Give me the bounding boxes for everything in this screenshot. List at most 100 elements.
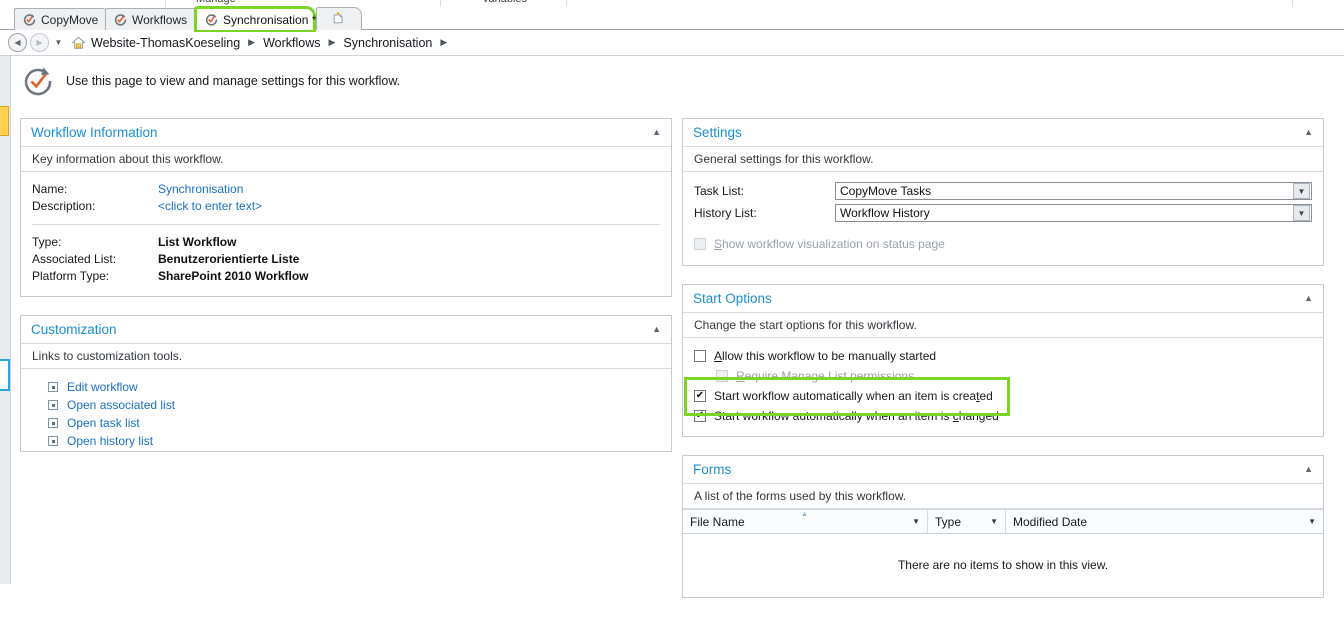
column-header-type[interactable]: Type ▼ xyxy=(928,510,1006,533)
ribbon-separator xyxy=(566,0,567,7)
document-tab-strip: CopyMove Workflows Synchronisation * xyxy=(0,7,1344,30)
column-header-label: File Name xyxy=(690,514,745,529)
field-label: Name: xyxy=(32,182,68,196)
forms-table-header-row: ▲ File Name ▼ Type ▼ Modified Date ▼ xyxy=(683,510,1323,534)
bullet-square-icon xyxy=(48,400,58,410)
link-open-associated-list[interactable]: Open associated list xyxy=(32,396,660,414)
field-associated-list: Associated List: Benutzerorientierte Lis… xyxy=(32,251,660,268)
page-message-text: Use this page to view and manage setting… xyxy=(66,73,401,88)
field-label: Type: xyxy=(32,235,62,249)
new-document-icon xyxy=(331,11,347,28)
left-column: Workflow Information ▲ Key information a… xyxy=(20,118,672,470)
breadcrumb-item-synchronisation[interactable]: Synchronisation xyxy=(343,36,432,50)
field-value[interactable]: Synchronisation xyxy=(158,181,243,198)
tab-copymove[interactable]: CopyMove xyxy=(14,8,110,30)
tab-label: Synchronisation * xyxy=(223,12,317,27)
column-header-modified-date[interactable]: Modified Date ▼ xyxy=(1006,510,1323,533)
field-value[interactable]: <click to enter text> xyxy=(158,198,262,215)
checkbox-allow-manual-start[interactable]: Allow this workflow to be manually start… xyxy=(694,346,1312,366)
forms-empty-message: There are no items to show in this view. xyxy=(897,558,1109,572)
panel-header[interactable]: Customization ▲ xyxy=(21,316,671,344)
checkbox-box xyxy=(716,370,728,382)
panel-subtitle: Change the start options for this workfl… xyxy=(683,313,1323,338)
chevron-down-icon[interactable]: ▼ xyxy=(1293,205,1310,221)
new-tab-button[interactable] xyxy=(316,7,362,30)
nav-chip-gold[interactable] xyxy=(0,106,9,136)
field-name: Name: Synchronisation xyxy=(32,181,660,198)
chevron-up-icon[interactable]: ▲ xyxy=(1304,294,1313,303)
ribbon-bottom-sliver: Manage Variables xyxy=(0,0,1344,7)
workflow-icon xyxy=(205,13,218,26)
panel-header[interactable]: Start Options ▲ xyxy=(683,285,1323,313)
ribbon-group-variables: Variables xyxy=(482,0,527,5)
checkbox-start-on-item-changed[interactable]: ✔ Start workflow automatically when an i… xyxy=(694,406,1312,426)
link-label: Open task list xyxy=(67,416,140,430)
checkbox-start-on-item-created[interactable]: ✔ Start workflow automatically when an i… xyxy=(694,386,1312,406)
panel-settings: Settings ▲ General settings for this wor… xyxy=(682,118,1324,266)
panel-body: Edit workflow Open associated list Open … xyxy=(21,369,671,461)
chevron-down-icon[interactable]: ▼ xyxy=(52,34,65,51)
chevron-up-icon[interactable]: ▲ xyxy=(1304,128,1313,137)
filter-caret-icon[interactable]: ▼ xyxy=(1301,517,1323,526)
chevron-up-icon[interactable]: ▲ xyxy=(652,128,661,137)
panel-body: Name: Synchronisation Description: <clic… xyxy=(21,172,671,296)
field-value: Benutzerorientierte Liste xyxy=(158,252,300,266)
back-arrow-icon[interactable]: ◀ xyxy=(8,33,27,52)
history-list-dropdown[interactable]: Workflow History ▼ xyxy=(835,204,1312,222)
panel-customization: Customization ▲ Links to customization t… xyxy=(20,315,672,452)
tab-workflows[interactable]: Workflows xyxy=(105,8,201,30)
nav-chip-blue[interactable] xyxy=(0,359,10,391)
task-list-dropdown[interactable]: CopyMove Tasks ▼ xyxy=(835,182,1312,200)
panel-title: Customization xyxy=(31,322,117,337)
workflow-icon xyxy=(114,13,127,26)
breadcrumb-item-site[interactable]: Website-ThomasKoeseling xyxy=(91,36,240,50)
panel-title: Forms xyxy=(693,462,732,477)
column-header-file-name[interactable]: ▲ File Name ▼ xyxy=(683,510,928,533)
ribbon-separator xyxy=(440,0,441,7)
panel-body: Task List: CopyMove Tasks ▼ History List… xyxy=(683,172,1323,265)
filter-caret-icon[interactable]: ▼ xyxy=(983,517,1005,526)
home-icon[interactable] xyxy=(71,36,86,50)
page-message-bar: Use this page to view and manage setting… xyxy=(0,56,1344,105)
divider xyxy=(32,224,660,225)
checkbox-box[interactable] xyxy=(694,350,706,362)
checkbox-label: Start workflow automatically when an ite… xyxy=(714,389,993,403)
link-open-history-list[interactable]: Open history list xyxy=(32,432,660,450)
panel-subtitle: Key information about this workflow. xyxy=(21,147,671,172)
checkbox-label: Require Manage List permissions xyxy=(736,369,915,383)
tab-synchronisation[interactable]: Synchronisation * xyxy=(196,8,317,30)
forward-arrow-icon: ▶ xyxy=(30,33,49,52)
panel-title: Workflow Information xyxy=(31,125,158,140)
chevron-up-icon[interactable]: ▲ xyxy=(652,325,661,334)
link-open-task-list[interactable]: Open task list xyxy=(32,414,660,432)
bullet-square-icon xyxy=(48,436,58,446)
field-value: SharePoint 2010 Workflow xyxy=(158,269,309,283)
filter-caret-icon[interactable]: ▼ xyxy=(905,517,927,526)
chevron-up-icon[interactable]: ▲ xyxy=(1304,465,1313,474)
breadcrumb-separator-icon[interactable]: ▶ xyxy=(435,37,452,48)
right-column: Settings ▲ General settings for this wor… xyxy=(682,118,1324,616)
bullet-square-icon xyxy=(48,382,58,392)
panel-title: Settings xyxy=(693,125,742,140)
checkbox-box[interactable]: ✔ xyxy=(694,410,706,422)
checkbox-box[interactable]: ✔ xyxy=(694,390,706,402)
checkbox-label-rest: how workflow visualization on status pag… xyxy=(722,237,945,251)
panel-header[interactable]: Forms ▲ xyxy=(683,456,1323,484)
link-label: Open history list xyxy=(67,434,154,448)
breadcrumb-item-workflows[interactable]: Workflows xyxy=(263,36,320,50)
checkbox-label: Show workflow visualization on status pa… xyxy=(714,237,945,251)
workflow-check-icon xyxy=(22,65,54,97)
panel-header[interactable]: Workflow Information ▲ xyxy=(21,119,671,147)
link-edit-workflow[interactable]: Edit workflow xyxy=(32,378,660,396)
workflow-icon xyxy=(23,13,36,26)
panel-workflow-information: Workflow Information ▲ Key information a… xyxy=(20,118,672,297)
panel-header[interactable]: Settings ▲ xyxy=(683,119,1323,147)
chevron-down-icon[interactable]: ▼ xyxy=(1293,183,1310,199)
ribbon-separator xyxy=(1292,0,1293,7)
panel-title: Start Options xyxy=(693,291,772,306)
checkbox-require-manage-list-permissions: Require Manage List permissions xyxy=(694,366,1312,386)
panel-subtitle: Links to customization tools. xyxy=(21,344,671,369)
setting-label: History List: xyxy=(694,206,757,220)
panel-body: Allow this workflow to be manually start… xyxy=(683,338,1323,436)
